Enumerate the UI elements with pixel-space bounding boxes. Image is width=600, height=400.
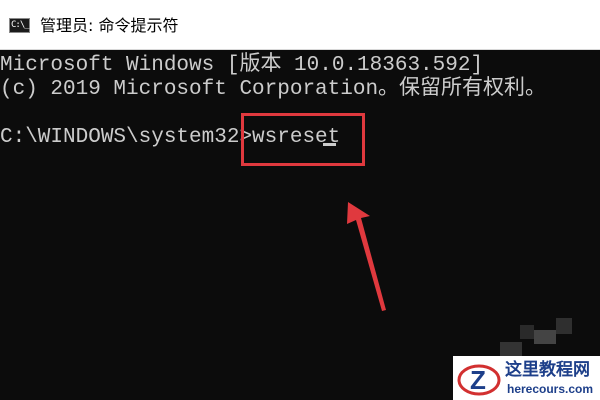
watermark-title: 这里教程网: [505, 360, 590, 380]
watermark-url: herecours.com: [507, 382, 594, 396]
noise-patch: [520, 325, 534, 339]
noise-patch: [534, 330, 556, 344]
noise-patch: [556, 318, 572, 334]
noise-patch: [500, 342, 522, 356]
console-line-version: Microsoft Windows [版本 10.0.18363.592]: [0, 54, 484, 77]
window-title: 管理员: 命令提示符: [40, 16, 179, 35]
watermark-logo-icon: Z: [457, 364, 501, 396]
cmd-icon-glyph: C:\_: [11, 20, 30, 30]
watermark: Z 这里教程网 herecours.com: [453, 356, 600, 400]
cmd-icon: C:\_: [9, 18, 30, 33]
console-line-copyright: (c) 2019 Microsoft Corporation。保留所有权利。: [0, 78, 547, 101]
title-bar: C:\_ 管理员: 命令提示符: [0, 0, 600, 50]
red-arrow-icon: [347, 202, 386, 311]
highlight-box: [241, 113, 365, 166]
watermark-logo-letter: Z: [470, 365, 486, 395]
